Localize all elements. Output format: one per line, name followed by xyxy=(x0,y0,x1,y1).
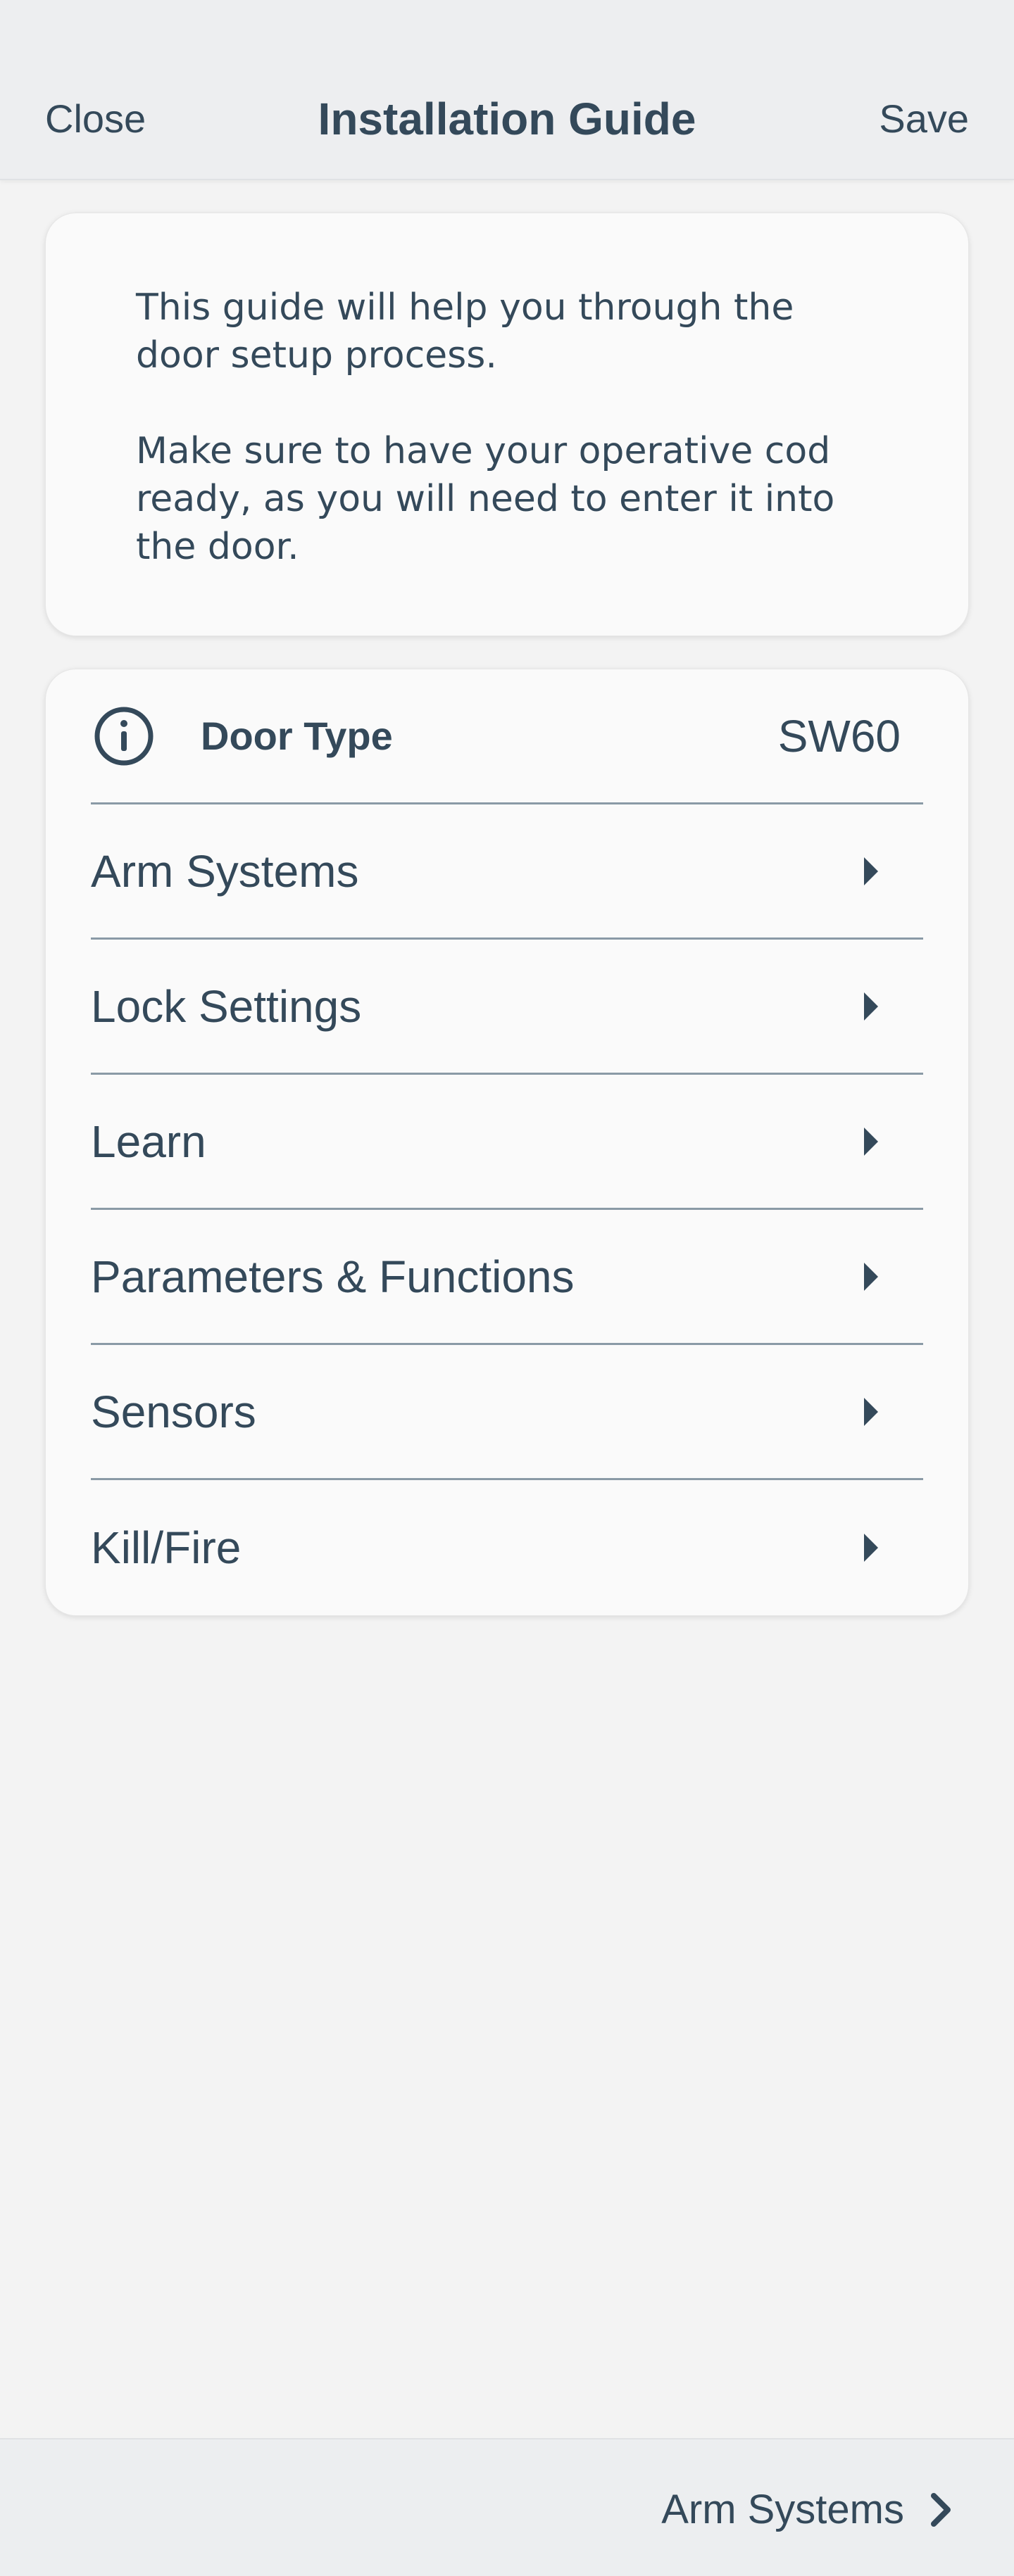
menu-item-label: Lock Settings xyxy=(91,980,362,1032)
caret-right-icon xyxy=(864,992,878,1021)
menu-item-arm-systems[interactable]: Arm Systems xyxy=(91,804,923,940)
menu-item-kill-fire[interactable]: Kill/Fire xyxy=(91,1480,923,1615)
intro-text-1: This guide will help you through the doo… xyxy=(136,286,794,377)
menu-item-label: Arm Systems xyxy=(91,845,359,897)
menu-item-sensors[interactable]: Sensors xyxy=(91,1345,923,1480)
bottom-bar: Arm Systems xyxy=(0,2438,1014,2576)
caret-right-icon xyxy=(864,857,878,885)
intro-card: This guide will help you through the doo… xyxy=(45,213,969,636)
info-icon[interactable] xyxy=(94,706,154,766)
caret-right-icon xyxy=(864,1397,878,1426)
save-button[interactable]: Save xyxy=(879,92,969,146)
menu-item-label: Parameters & Functions xyxy=(91,1251,575,1302)
caret-right-icon xyxy=(864,1534,878,1562)
caret-right-icon xyxy=(864,1127,878,1156)
menu-item-label: Sensors xyxy=(91,1386,256,1437)
door-type-label: Door Type xyxy=(201,713,393,758)
menu-item-learn[interactable]: Learn xyxy=(91,1075,923,1210)
next-step-label: Arm Systems xyxy=(661,2487,904,2532)
menu-item-parameters-functions[interactable]: Parameters & Functions xyxy=(91,1210,923,1345)
door-type-row: Door Type SW60 xyxy=(91,669,923,804)
door-type-value: SW60 xyxy=(777,710,901,762)
chevron-right-icon xyxy=(931,2493,951,2527)
menu-item-lock-settings[interactable]: Lock Settings xyxy=(91,940,923,1075)
page-title: Installation Guide xyxy=(318,94,696,144)
top-bar: Close Installation Guide Save xyxy=(0,0,1014,180)
intro-text-2: Make sure to have your operative cod rea… xyxy=(136,430,835,568)
next-step-button[interactable]: Arm Systems xyxy=(661,2483,958,2537)
menu-item-label: Kill/Fire xyxy=(91,1522,242,1573)
menu-item-label: Learn xyxy=(91,1116,206,1167)
setup-menu: Door Type SW60 Arm Systems Lock Settings… xyxy=(45,669,969,1616)
caret-right-icon xyxy=(864,1262,878,1291)
